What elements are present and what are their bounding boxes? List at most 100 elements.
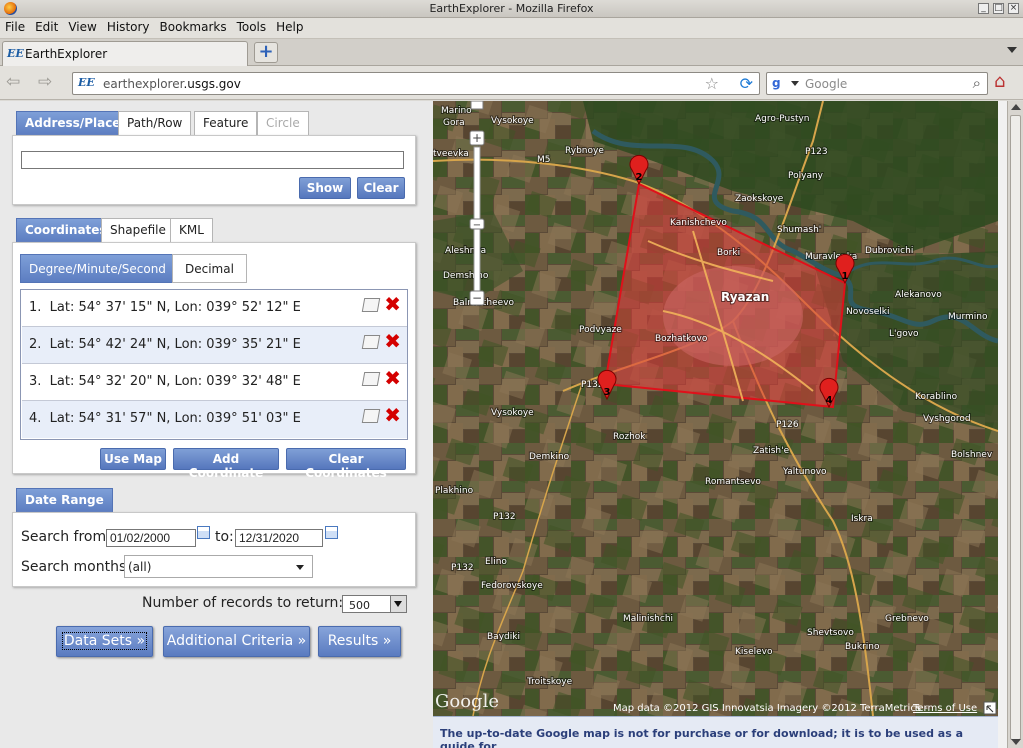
- menu-edit[interactable]: Edit: [30, 18, 63, 34]
- tab-feature[interactable]: Feature: [194, 111, 258, 135]
- data-sets-button[interactable]: Data Sets »: [56, 626, 153, 657]
- tab-shapefile[interactable]: Shapefile: [101, 218, 175, 242]
- svg-text:2: 2: [636, 172, 643, 183]
- menu-bookmarks[interactable]: Bookmarks: [155, 18, 232, 34]
- use-map-button[interactable]: Use Map: [100, 448, 166, 470]
- scroll-down-icon[interactable]: [1011, 739, 1021, 745]
- place-label: Rozhok: [613, 432, 646, 442]
- delete-icon[interactable]: ✖: [384, 403, 401, 427]
- resize-corner-icon[interactable]: [983, 701, 997, 715]
- address-input[interactable]: [21, 151, 404, 169]
- chevron-down-icon: [390, 596, 406, 612]
- additional-criteria-button[interactable]: Additional Criteria »: [163, 626, 310, 657]
- format-dms[interactable]: Degree/Minute/Second: [20, 254, 175, 283]
- add-coordinate-button[interactable]: Add Coordinate: [173, 448, 279, 480]
- menu-history[interactable]: History: [102, 18, 155, 34]
- place-label: Borki: [717, 248, 740, 258]
- google-engine-icon[interactable]: g: [772, 76, 786, 90]
- clear-coordinates-button[interactable]: Clear Coordinates: [286, 448, 406, 480]
- place-label: Vysokoye: [491, 408, 534, 418]
- coordinate-text: Lat: 54° 31' 57" N, Lon: 039° 51' 03" E: [49, 411, 301, 426]
- list-item: 3. Lat: 54° 32' 20" N, Lon: 039° 32' 48"…: [22, 364, 407, 401]
- scroll-thumb[interactable]: [1010, 115, 1021, 740]
- show-button[interactable]: Show: [299, 177, 351, 199]
- place-label: Shumash': [777, 225, 821, 235]
- close-window-button[interactable]: ×: [1008, 3, 1019, 14]
- page-scrollbar[interactable]: [1007, 101, 1023, 748]
- forward-button[interactable]: ⇨: [38, 72, 52, 92]
- home-icon[interactable]: ⌂: [994, 71, 1005, 92]
- search-placeholder: Google: [805, 77, 848, 91]
- edit-icon[interactable]: [361, 298, 381, 312]
- svg-text:+: +: [472, 131, 482, 145]
- place-label: L'govo: [889, 329, 919, 339]
- delete-icon[interactable]: ✖: [384, 366, 401, 390]
- tab-path-row[interactable]: Path/Row: [118, 111, 192, 135]
- scroll-up-icon[interactable]: [1011, 104, 1021, 110]
- maximize-button[interactable]: □: [993, 3, 1004, 14]
- delete-icon[interactable]: ✖: [384, 329, 401, 353]
- svg-text:4: 4: [826, 395, 833, 406]
- tab-address-place[interactable]: Address/Place: [16, 111, 130, 135]
- to-label: to:: [215, 529, 234, 545]
- place-label: Zatish'e: [753, 446, 790, 456]
- new-tab-button[interactable]: +: [254, 42, 278, 63]
- clear-address-button[interactable]: Clear: [357, 177, 405, 199]
- calendar-icon[interactable]: [197, 526, 210, 539]
- place-label: tveevka: [433, 149, 469, 159]
- map-disclaimer: The up-to-date Google map is not for pur…: [433, 716, 998, 748]
- edit-icon[interactable]: [361, 335, 381, 349]
- place-label: Yaltunovo: [782, 467, 827, 477]
- page-content: Address/Place Path/Row Feature Circle Sh…: [0, 101, 1007, 748]
- chevron-down-icon: [296, 565, 304, 570]
- road-label: M5: [537, 155, 551, 165]
- place-label: Korablino: [915, 392, 958, 402]
- coordinates-box: Degree/Minute/Second Decimal 1. Lat: 54°…: [12, 242, 416, 480]
- satellite-map[interactable]: Marino Gora Vysokoye Agro-Pustyn Rybnoye…: [433, 101, 998, 716]
- results-button[interactable]: Results »: [318, 626, 401, 657]
- terms-of-use-link[interactable]: Terms of Use: [912, 703, 977, 714]
- menu-bar: File Edit View History Bookmarks Tools Help: [0, 18, 1023, 39]
- bookmark-star-icon[interactable]: ☆: [705, 74, 719, 93]
- svg-text:−: −: [473, 220, 481, 231]
- search-icon[interactable]: ⌕: [973, 74, 981, 92]
- place-label: Agro-Pustyn: [755, 114, 810, 124]
- tab-list-chevron-icon[interactable]: [1007, 47, 1017, 53]
- menu-view[interactable]: View: [63, 18, 101, 34]
- place-label: Fedorovskoye: [481, 581, 543, 591]
- delete-icon[interactable]: ✖: [384, 292, 401, 316]
- records-select[interactable]: 500: [342, 595, 407, 613]
- place-label: Baydiki: [487, 632, 520, 642]
- road-label: P123: [805, 147, 828, 157]
- months-select[interactable]: (all): [124, 555, 313, 578]
- menu-tools[interactable]: Tools: [232, 18, 272, 34]
- edit-icon[interactable]: [361, 409, 381, 423]
- place-label: Demkino: [529, 452, 570, 462]
- place-label: Kiselevo: [735, 647, 773, 657]
- place-label: Alekanovo: [895, 290, 942, 300]
- road-label: P132: [451, 563, 474, 573]
- engine-dropdown-icon[interactable]: [791, 81, 799, 86]
- menu-file[interactable]: File: [0, 18, 30, 34]
- date-range-header[interactable]: Date Range: [16, 488, 113, 512]
- map-view[interactable]: Marino Gora Vysokoye Agro-Pustyn Rybnoye…: [433, 101, 998, 716]
- date-to-input[interactable]: [235, 529, 323, 547]
- place-label: Zaokskoye: [735, 194, 784, 204]
- date-from-input[interactable]: [106, 529, 196, 547]
- place-label: Plakhino: [435, 486, 474, 496]
- calendar-icon[interactable]: [325, 526, 338, 539]
- menu-help[interactable]: Help: [271, 18, 308, 34]
- list-item: 1. Lat: 54° 37' 15" N, Lon: 039° 52' 12"…: [22, 290, 407, 327]
- back-button[interactable]: ⇦: [6, 72, 20, 92]
- minimize-button[interactable]: _: [978, 3, 989, 14]
- search-bar[interactable]: g Google ⌕: [766, 72, 988, 95]
- format-decimal[interactable]: Decimal: [172, 254, 247, 283]
- browser-tab[interactable]: EE EarthExplorer: [2, 41, 248, 66]
- place-label: Vyshgorod: [923, 414, 971, 424]
- edit-icon[interactable]: [361, 372, 381, 386]
- url-text: earthexplorer.usgs.gov: [103, 77, 241, 91]
- url-bar[interactable]: EE earthexplorer.usgs.gov ☆ ⟳: [72, 72, 760, 95]
- tab-kml[interactable]: KML: [170, 218, 213, 242]
- city-label: Ryazan: [721, 290, 769, 304]
- reload-icon[interactable]: ⟳: [740, 74, 753, 93]
